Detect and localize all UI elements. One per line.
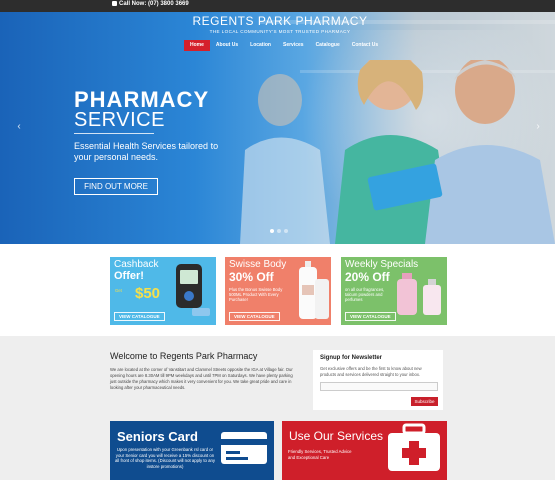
nav-services[interactable]: Services [277,40,310,51]
newsletter-title: Signup for Newsletter [320,355,383,361]
find-out-more-button[interactable]: FIND OUT MORE [74,178,158,195]
pharmacist-photo [240,60,555,244]
slide-dot[interactable] [270,229,274,233]
banner-description: Upon presentation with your Greenbank rs… [114,447,216,469]
nav-catalogue[interactable]: Catalogue [310,40,346,51]
welcome-title: Welcome to Regents Park Pharmacy [110,351,258,361]
banner-description: Friendly Services, Trusted Advice and Ex… [288,449,352,460]
promo-title: Swisse Body [229,259,287,270]
nav-contact-us[interactable]: Contact Us [346,40,384,51]
promo-title: Cashback [114,259,159,270]
welcome-text: We are located at the corner of Vanstita… [110,367,293,390]
top-bar: Call Now: (07) 3800 3669 [0,0,555,12]
promo-card-weekly-specials[interactable]: Weekly Specials 20% Off on all our fragr… [341,257,447,325]
perfume-bottles-icon [397,273,441,315]
newsletter-email-input[interactable] [320,382,438,391]
view-catalogue-button[interactable]: VIEW CATALOGUE [114,312,165,321]
next-slide-arrow-icon[interactable]: › [533,121,543,133]
glucose-meter-icon [176,264,210,316]
banner-title: Use Our Services [289,429,384,443]
promo-card-cashback[interactable]: Cashback Offer! Get $50 VIEW CATALOGUE [110,257,216,325]
banner-title: Seniors Card [117,429,198,444]
nav-location[interactable]: Location [244,40,277,51]
seniors-card-banner[interactable]: Seniors Card Upon presentation with your… [110,421,274,480]
view-catalogue-button[interactable]: VIEW CATALOGUE [229,312,280,321]
nav-home[interactable]: Home [184,40,210,51]
slide-dot[interactable] [277,229,281,233]
slider-dots [270,229,288,233]
promo-headline: Offer! [114,270,144,282]
newsletter-text: Get exclusive offers and be the first to… [320,366,422,377]
hero-description: Essential Health Services tailored to yo… [74,141,219,162]
nav-about-us[interactable]: About Us [210,40,244,51]
site-tagline: THE LOCAL COMMUNITY'S MOST TRUSTED PHARM… [209,29,351,34]
hero-subtitle: SERVICE [74,109,165,131]
body-wash-bottle-icon [299,261,329,319]
content-band [0,336,555,480]
site-title: REGENTS PARK PHARMACY [192,14,368,28]
hero-slider: Call Now: (07) 3800 3669 REGENTS PARK PH… [0,0,555,244]
promo-title: Weekly Specials [345,259,419,270]
phone-icon [112,1,117,6]
phone-label: Call Now: (07) 3800 3669 [119,1,189,8]
prev-slide-arrow-icon[interactable]: ‹ [14,121,24,133]
promo-note: Plus the Bonus Swisse Body 500ML Product… [229,287,283,302]
subscribe-button[interactable]: Subscribe [411,397,438,406]
credit-card-icon [221,432,267,464]
promo-price-prefix: Get [115,288,122,293]
promo-price: $50 [135,285,161,302]
view-catalogue-button[interactable]: VIEW CATALOGUE [345,312,396,321]
promo-card-swisse[interactable]: Swisse Body 30% Off Plus the Bonus Swiss… [225,257,331,325]
promo-note: on all our fragrances, talcum powders an… [345,287,385,302]
slide-dot[interactable] [284,229,288,233]
promo-headline: 20% Off [345,270,390,284]
promo-headline: 30% Off [229,270,274,284]
use-our-services-banner[interactable]: Use Our Services Friendly Services, Trus… [282,421,447,480]
first-aid-kit-icon [388,423,440,471]
brand[interactable]: REGENTS PARK PHARMACY THE LOCAL COMMUNIT… [160,14,400,34]
phone-number[interactable]: Call Now: (07) 3800 3669 [112,1,189,7]
newsletter-box: Signup for Newsletter Get exclusive offe… [313,350,443,410]
main-nav: Home About Us Location Services Catalogu… [184,40,384,51]
hero-divider [74,133,154,134]
